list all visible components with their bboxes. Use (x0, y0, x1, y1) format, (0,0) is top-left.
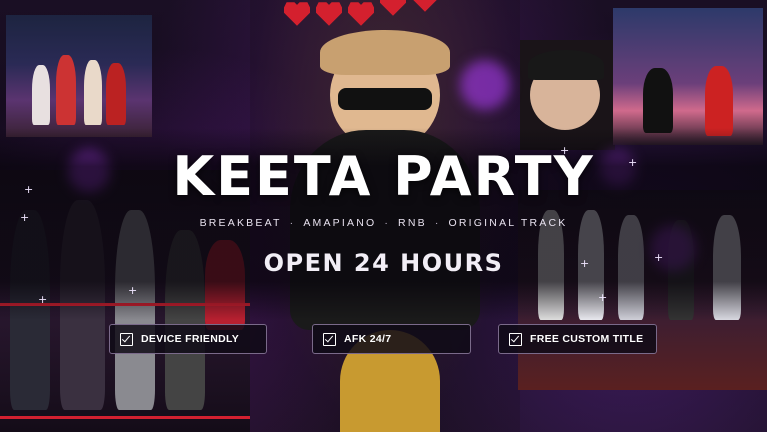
genre-separator: · (289, 217, 296, 229)
feature-label: AFK 24/7 (344, 333, 392, 345)
avatar-hair (320, 30, 450, 75)
genre-label: ORIGINAL TRACK (448, 217, 568, 229)
red-light-strip (0, 416, 250, 419)
open-hours: OPEN 24 HOURS (263, 249, 504, 277)
dancer (32, 65, 50, 125)
checkbox-checked-icon (323, 332, 336, 346)
checkbox-checked-icon (509, 332, 522, 346)
feature-label: DEVICE FRIENDLY (141, 333, 240, 345)
dancer (84, 60, 102, 125)
feature-label: FREE CUSTOM TITLE (530, 333, 644, 345)
dancer (705, 66, 733, 136)
dancer (106, 63, 126, 125)
dancer (643, 68, 673, 133)
game-poster: + + + + + + + + + KEETA PARTY BREAKBEAT ·… (0, 0, 767, 432)
poster-title: KEETA PARTY (172, 145, 595, 208)
genre-label: AMAPIANO (303, 217, 377, 229)
sunglasses (338, 88, 432, 110)
heart-icon (284, 2, 310, 26)
genre-separator: · (434, 217, 441, 229)
genre-separator: · (384, 217, 391, 229)
heart-icon (348, 2, 374, 26)
genre-label: BREAKBEAT (199, 217, 282, 229)
feature-afk: AFK 24/7 (312, 324, 471, 354)
dancer (56, 55, 76, 125)
genre-label: RNB (398, 217, 427, 229)
heart-icon (316, 2, 342, 26)
heart-icon (380, 0, 406, 16)
sparkle-icon: + (128, 284, 138, 297)
heart-icon (413, 0, 437, 12)
checkbox-checked-icon (120, 332, 133, 346)
top-right-scene (613, 8, 763, 145)
feature-free-custom-title: FREE CUSTOM TITLE (498, 324, 657, 354)
sparkle-icon: + (38, 293, 48, 306)
genre-list: BREAKBEAT · AMAPIANO · RNB · ORIGINAL TRACK (0, 217, 767, 229)
sparkle-icon: + (598, 291, 608, 304)
top-left-scene (6, 15, 152, 137)
avatar-hair (528, 50, 604, 80)
purple-glow (460, 60, 510, 110)
feature-device-friendly: DEVICE FRIENDLY (109, 324, 267, 354)
